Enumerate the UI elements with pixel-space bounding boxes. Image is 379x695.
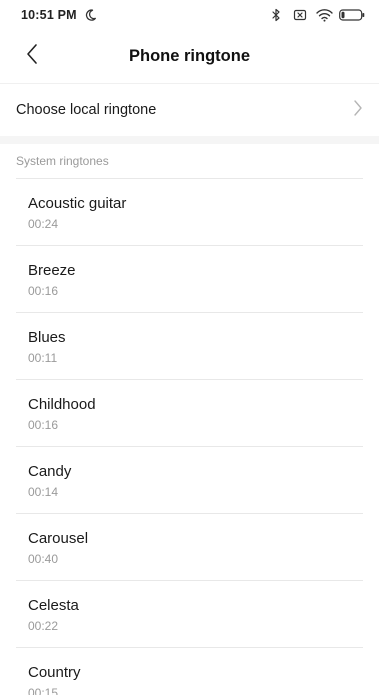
chevron-left-icon: [25, 43, 39, 70]
choose-local-ringtone-row[interactable]: Choose local ringtone: [0, 83, 379, 136]
ringtone-duration: 00:14: [28, 485, 59, 499]
ringtone-duration: 00:16: [28, 418, 59, 432]
list-item[interactable]: Acoustic guitar 00:24: [0, 179, 379, 246]
ringtone-list: Acoustic guitar 00:24 Breeze 00:16 Blues…: [0, 179, 379, 695]
ringtone-name: Country: [28, 664, 81, 681]
ringtone-name: Carousel: [28, 530, 89, 547]
screen: 10:51 PM Phone ringtone Choose local rin…: [0, 0, 379, 695]
ringtone-name: Blues: [28, 329, 66, 346]
no-sim-icon: [293, 8, 309, 22]
app-header: Phone ringtone: [0, 30, 379, 82]
battery-icon: [339, 8, 365, 22]
status-right: [270, 8, 365, 22]
chevron-right-icon: [353, 99, 363, 122]
list-item[interactable]: Country 00:15: [0, 648, 379, 695]
ringtone-name: Acoustic guitar: [28, 195, 127, 212]
moon-icon: [83, 8, 99, 22]
bluetooth-icon: [270, 8, 286, 22]
back-button[interactable]: [18, 42, 46, 70]
page-title: Phone ringtone: [129, 46, 250, 65]
section-header-system-ringtones: System ringtones: [16, 154, 109, 168]
ringtone-name: Candy: [28, 463, 72, 480]
ringtone-name: Childhood: [28, 396, 96, 413]
status-left: 10:51 PM: [21, 8, 99, 22]
ringtone-duration: 00:22: [28, 619, 59, 633]
list-item[interactable]: Blues 00:11: [0, 313, 379, 380]
ringtone-duration: 00:16: [28, 284, 59, 298]
ringtone-duration: 00:11: [28, 351, 58, 365]
list-item[interactable]: Carousel 00:40: [0, 514, 379, 581]
list-item[interactable]: Childhood 00:16: [0, 380, 379, 447]
ringtone-duration: 00:40: [28, 552, 59, 566]
wifi-icon: [316, 8, 333, 22]
list-item[interactable]: Celesta 00:22: [0, 581, 379, 648]
ringtone-duration: 00:15: [28, 686, 59, 695]
ringtone-name: Breeze: [28, 262, 76, 279]
status-bar: 10:51 PM: [0, 0, 379, 30]
ringtone-duration: 00:24: [28, 217, 59, 231]
list-item[interactable]: Breeze 00:16: [0, 246, 379, 313]
ringtone-name: Celesta: [28, 597, 79, 614]
choose-local-ringtone-label: Choose local ringtone: [16, 102, 157, 118]
section-divider: [0, 136, 379, 144]
status-time: 10:51 PM: [21, 8, 77, 22]
list-item[interactable]: Candy 00:14: [0, 447, 379, 514]
